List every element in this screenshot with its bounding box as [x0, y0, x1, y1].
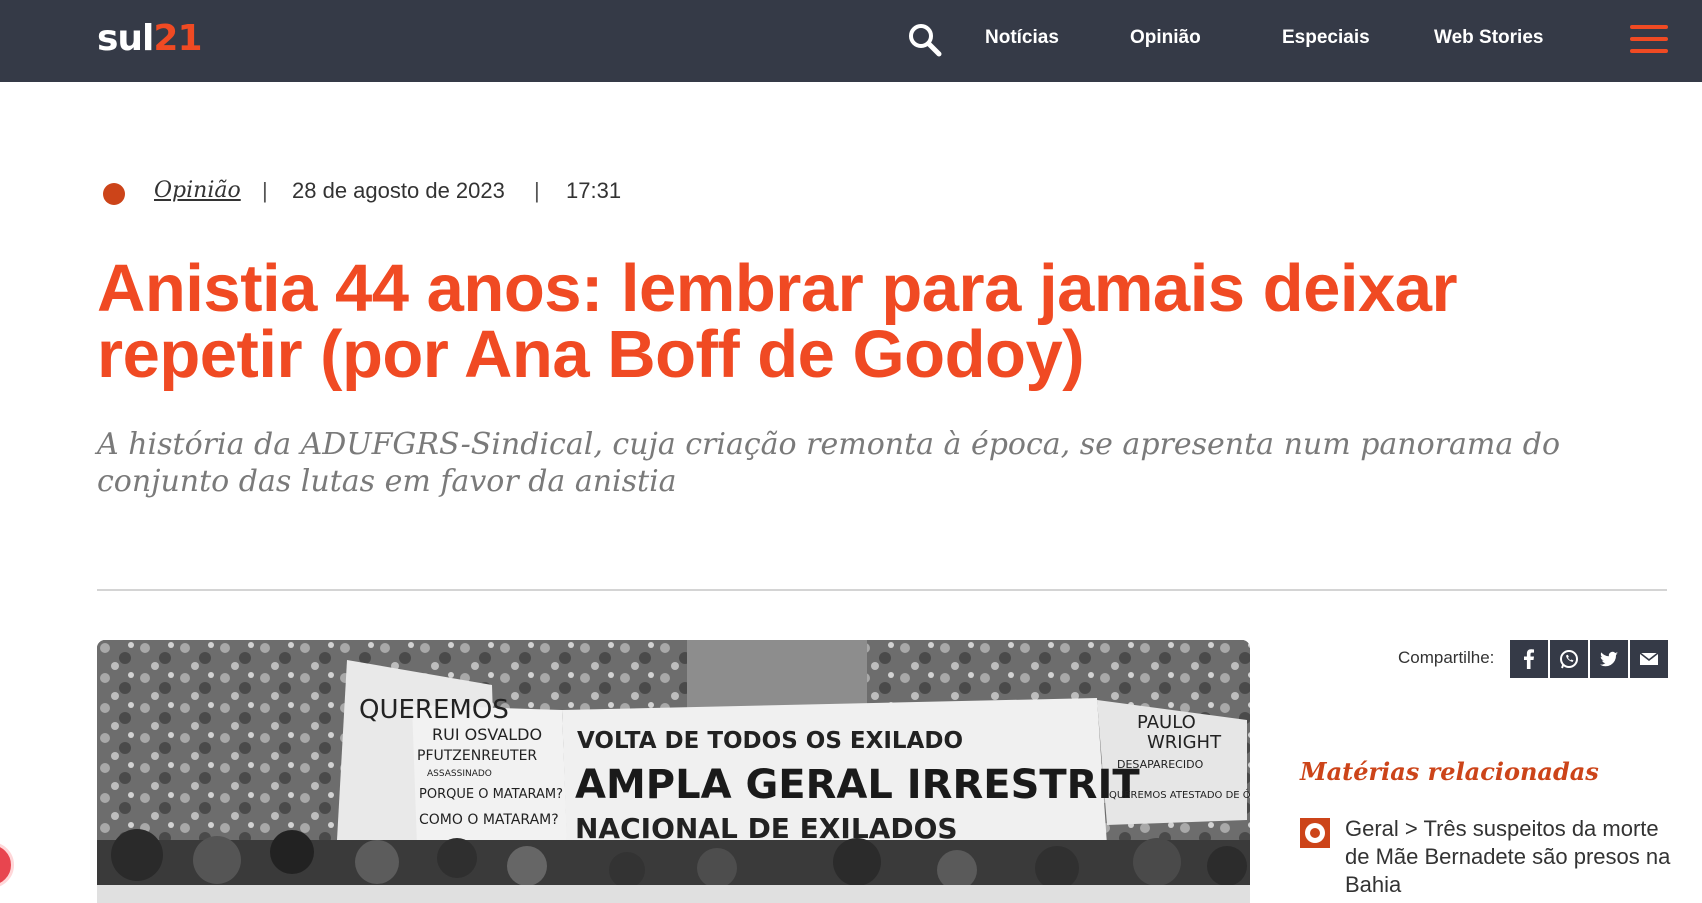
logo-text-21: 21	[153, 18, 202, 59]
site-header: sul21 Notícias Opinião Especiais Web Sto…	[0, 0, 1702, 82]
banner-text: DESAPARECIDO	[1117, 758, 1204, 771]
related-item[interactable]: Geral > Três suspeitos da morte de Mãe B…	[1345, 815, 1675, 899]
related-heading: Matérias relacionadas	[1300, 757, 1599, 786]
divider	[97, 589, 1667, 591]
publish-date: 28 de agosto de 2023	[292, 178, 505, 203]
share-twitter-button[interactable]	[1590, 640, 1628, 678]
related-bullet-icon	[1300, 818, 1330, 848]
banner-text: WRIGHT	[1147, 732, 1222, 753]
search-icon[interactable]	[907, 22, 943, 58]
whatsapp-icon	[1560, 650, 1578, 669]
share-label: Compartilhe:	[1398, 648, 1495, 667]
nav-opiniao[interactable]: Opinião	[1130, 27, 1201, 49]
category-link[interactable]: Opinião	[154, 178, 241, 203]
nav-web-stories[interactable]: Web Stories	[1434, 27, 1543, 49]
hero-image: QUEREMOS RUI OSVALDO PFUTZENREUTER ASSAS…	[97, 640, 1250, 903]
banner-text: PAULO	[1137, 712, 1196, 733]
banner-text: VOLTA DE TODOS OS EXILADO	[577, 728, 963, 754]
logo-text-sul: sul	[97, 18, 154, 59]
publish-time: 17:31	[566, 178, 622, 203]
nav-noticias[interactable]: Notícias	[985, 27, 1059, 49]
email-icon	[1639, 652, 1659, 665]
twitter-icon	[1600, 651, 1618, 667]
banner-text: PFUTZENREUTER	[417, 748, 537, 764]
banner-text: QUEREMOS ATESTADO DE ÓBITO	[1109, 788, 1250, 801]
banner-text: ASSASSINADO	[427, 769, 492, 779]
facebook-icon	[1524, 649, 1534, 669]
banner-text: RUI OSVALDO	[432, 725, 542, 744]
banner-text: COMO O MATARAM?	[419, 812, 559, 828]
banner-text: PORQUE O MATARAM?	[419, 787, 563, 802]
banner-text: AMPLA GERAL IRRESTRIT	[575, 762, 1140, 808]
banner-text: QUEREMOS	[359, 695, 509, 725]
nav-especiais[interactable]: Especiais	[1282, 27, 1370, 49]
category-dot-icon	[103, 183, 125, 205]
article-subtitle: A história da ADUFGRS-Sindical, cuja cri…	[97, 427, 1561, 499]
meta-separator: |	[534, 178, 540, 203]
share-whatsapp-button[interactable]	[1550, 640, 1588, 678]
protest-photo: QUEREMOS RUI OSVALDO PFUTZENREUTER ASSAS…	[97, 640, 1250, 903]
hamburger-menu-icon[interactable]	[1630, 25, 1668, 53]
floating-action-button[interactable]	[0, 842, 14, 888]
site-logo[interactable]: sul21	[97, 18, 203, 59]
meta-separator: |	[262, 178, 268, 203]
share-facebook-button[interactable]	[1510, 640, 1548, 678]
article-title: Anistia 44 anos: lembrar para jamais dei…	[97, 251, 1458, 392]
share-email-button[interactable]	[1630, 640, 1668, 678]
